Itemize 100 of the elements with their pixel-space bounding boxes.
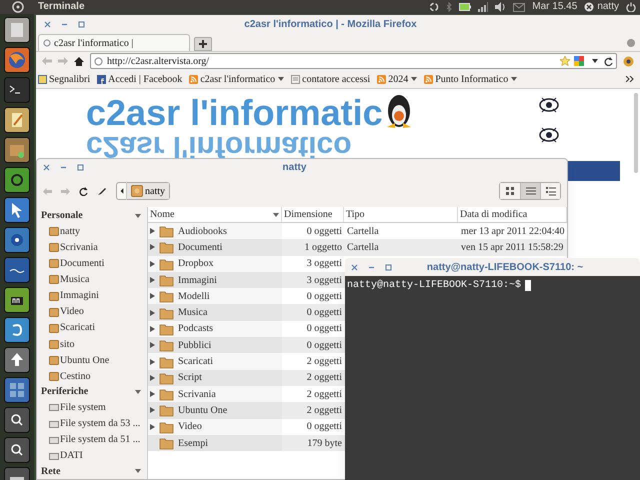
site-title: c2asr l'informatic xyxy=(86,95,383,131)
bookmark-item[interactable]: Punto Informatico xyxy=(424,72,518,86)
sidebar-item[interactable]: File system da 53 ... xyxy=(41,416,147,432)
window-title: c2asr l'informatico | - Mozilla Firefox xyxy=(243,18,418,32)
new-tab-button[interactable] xyxy=(194,37,212,51)
scrollbar-thumb[interactable] xyxy=(634,93,638,173)
address-bar[interactable]: http://c2asr.altervista.org/ xyxy=(90,53,617,69)
list-view-icon xyxy=(546,186,556,196)
expander-triangle-icon[interactable] xyxy=(150,244,155,250)
sidebar-item[interactable]: Immagini xyxy=(41,288,147,304)
maximize-icon[interactable] xyxy=(77,164,84,170)
close-icon[interactable] xyxy=(43,164,50,170)
table-cell-text: 2 oggetti xyxy=(306,355,343,370)
sidebar-section-title: Personale xyxy=(41,209,83,223)
bookmark-item[interactable]: Segnalibri xyxy=(38,72,90,86)
browser-tab[interactable]: c2asr l'informatico | xyxy=(38,34,190,51)
table-cell-text: 0 oggetti xyxy=(306,338,343,353)
bookmark-item[interactable]: 2024 xyxy=(377,72,418,86)
bookmark-item[interactable]: c2asr l'informatico xyxy=(189,72,284,86)
sidebar-item[interactable]: File system xyxy=(41,399,147,416)
close-icon[interactable] xyxy=(44,20,51,28)
signal-icon[interactable] xyxy=(478,2,488,12)
feed-icon xyxy=(189,74,198,84)
sidebar-item[interactable]: Scrivania xyxy=(41,239,147,256)
bookmark-item[interactable]: contatore accessi xyxy=(291,72,370,86)
expander-triangle-icon[interactable] xyxy=(150,342,155,348)
expander-triangle-icon[interactable] xyxy=(150,424,155,430)
package-icon[interactable] xyxy=(4,137,30,163)
expander-triangle-icon[interactable] xyxy=(150,326,155,332)
view-switcher[interactable] xyxy=(499,182,561,200)
magnifier-icon[interactable] xyxy=(4,437,30,463)
view-mode-button[interactable] xyxy=(540,183,560,199)
reload-icon[interactable] xyxy=(79,186,88,196)
column-header[interactable]: Dimensione xyxy=(282,207,344,222)
expander-triangle-icon[interactable] xyxy=(150,310,155,316)
bookmark-item[interactable]: Accedi | Facebook xyxy=(97,72,182,86)
sidebar-item[interactable]: Documenti xyxy=(41,255,147,272)
expander-triangle-icon[interactable] xyxy=(150,260,155,267)
view-mode-button[interactable] xyxy=(520,183,540,199)
browser-globe-icon[interactable] xyxy=(4,47,30,73)
speaker-icon[interactable] xyxy=(495,2,506,12)
user-status-icon[interactable] xyxy=(584,2,594,12)
star-icon[interactable] xyxy=(560,56,570,66)
table-cell-text: 2 oggetti xyxy=(306,404,343,418)
maximize-icon[interactable] xyxy=(385,264,392,270)
column-header[interactable]: Data di modifica xyxy=(458,207,567,222)
reload-icon[interactable] xyxy=(604,56,613,66)
colored-squares-icon[interactable] xyxy=(574,56,584,66)
site-title-reflection: c2asr l'informatico xyxy=(86,131,352,161)
feed-icon xyxy=(377,74,386,84)
folder-icon xyxy=(49,322,59,333)
expander-triangle-icon[interactable] xyxy=(150,391,155,398)
magnifier-icon[interactable] xyxy=(4,407,30,433)
home-icon[interactable] xyxy=(74,56,84,66)
sync-icon[interactable] xyxy=(429,2,440,12)
sidebar-item[interactable]: Cestino xyxy=(41,368,147,384)
notepad-icon[interactable] xyxy=(4,107,30,133)
terminal-icon[interactable] xyxy=(4,77,30,103)
bluetooth-icon[interactable] xyxy=(446,2,452,12)
maximize-icon[interactable] xyxy=(78,20,85,28)
sidebar-item[interactable]: Ubuntu One xyxy=(41,352,147,368)
expander-triangle-icon[interactable] xyxy=(150,407,155,414)
clock[interactable]: Mar 15.45 xyxy=(532,2,578,12)
envelope-icon[interactable] xyxy=(513,2,526,12)
file-cabinet-icon[interactable] xyxy=(4,17,30,43)
column-header[interactable]: Tipo xyxy=(344,207,458,222)
chevron-icon[interactable] xyxy=(626,76,634,82)
sidebar-item[interactable]: Video xyxy=(41,304,147,320)
path-button[interactable]: natty xyxy=(127,183,169,199)
table-cell-text: 1 oggetto xyxy=(304,240,343,255)
power-icon[interactable] xyxy=(626,2,636,12)
sidebar-item[interactable]: Scaricati xyxy=(41,320,147,336)
file-name[interactable]: Esempi xyxy=(178,436,208,450)
expander-triangle-icon[interactable] xyxy=(150,293,155,300)
file-name[interactable]: Video xyxy=(178,419,202,434)
close-icon[interactable] xyxy=(351,264,358,270)
sidebar-item[interactable]: DATI xyxy=(41,448,147,464)
expander-triangle-icon[interactable] xyxy=(150,358,155,365)
folder-icon xyxy=(49,274,59,284)
pencil-icon[interactable] xyxy=(97,186,107,196)
sidebar-item[interactable]: natty xyxy=(41,223,147,240)
drive-icon xyxy=(49,402,59,412)
drive-icon xyxy=(49,418,59,429)
plus-icon xyxy=(199,40,207,48)
sidebar-item[interactable]: Musica xyxy=(41,271,147,288)
table-cell-text: 2 oggetti xyxy=(306,388,343,402)
facebook-logo-icon xyxy=(97,74,106,84)
expander-triangle-icon[interactable] xyxy=(150,374,155,381)
sidebar-item[interactable]: sito xyxy=(41,336,147,352)
file-name[interactable]: Script xyxy=(178,370,202,386)
battery-icon[interactable] xyxy=(459,3,472,11)
workspaces-icon[interactable] xyxy=(4,377,30,403)
dropdown-caret-icon[interactable] xyxy=(592,59,598,63)
column-header[interactable]: Nome xyxy=(148,207,282,222)
um-logo-icon[interactable] xyxy=(4,287,30,313)
sidebar-item[interactable]: File system da 51 ... xyxy=(41,432,147,448)
user-name[interactable]: natty xyxy=(597,2,619,12)
expander-triangle-icon[interactable] xyxy=(150,228,155,234)
folder-icon xyxy=(49,355,59,366)
expander-triangle-icon[interactable] xyxy=(150,277,155,284)
